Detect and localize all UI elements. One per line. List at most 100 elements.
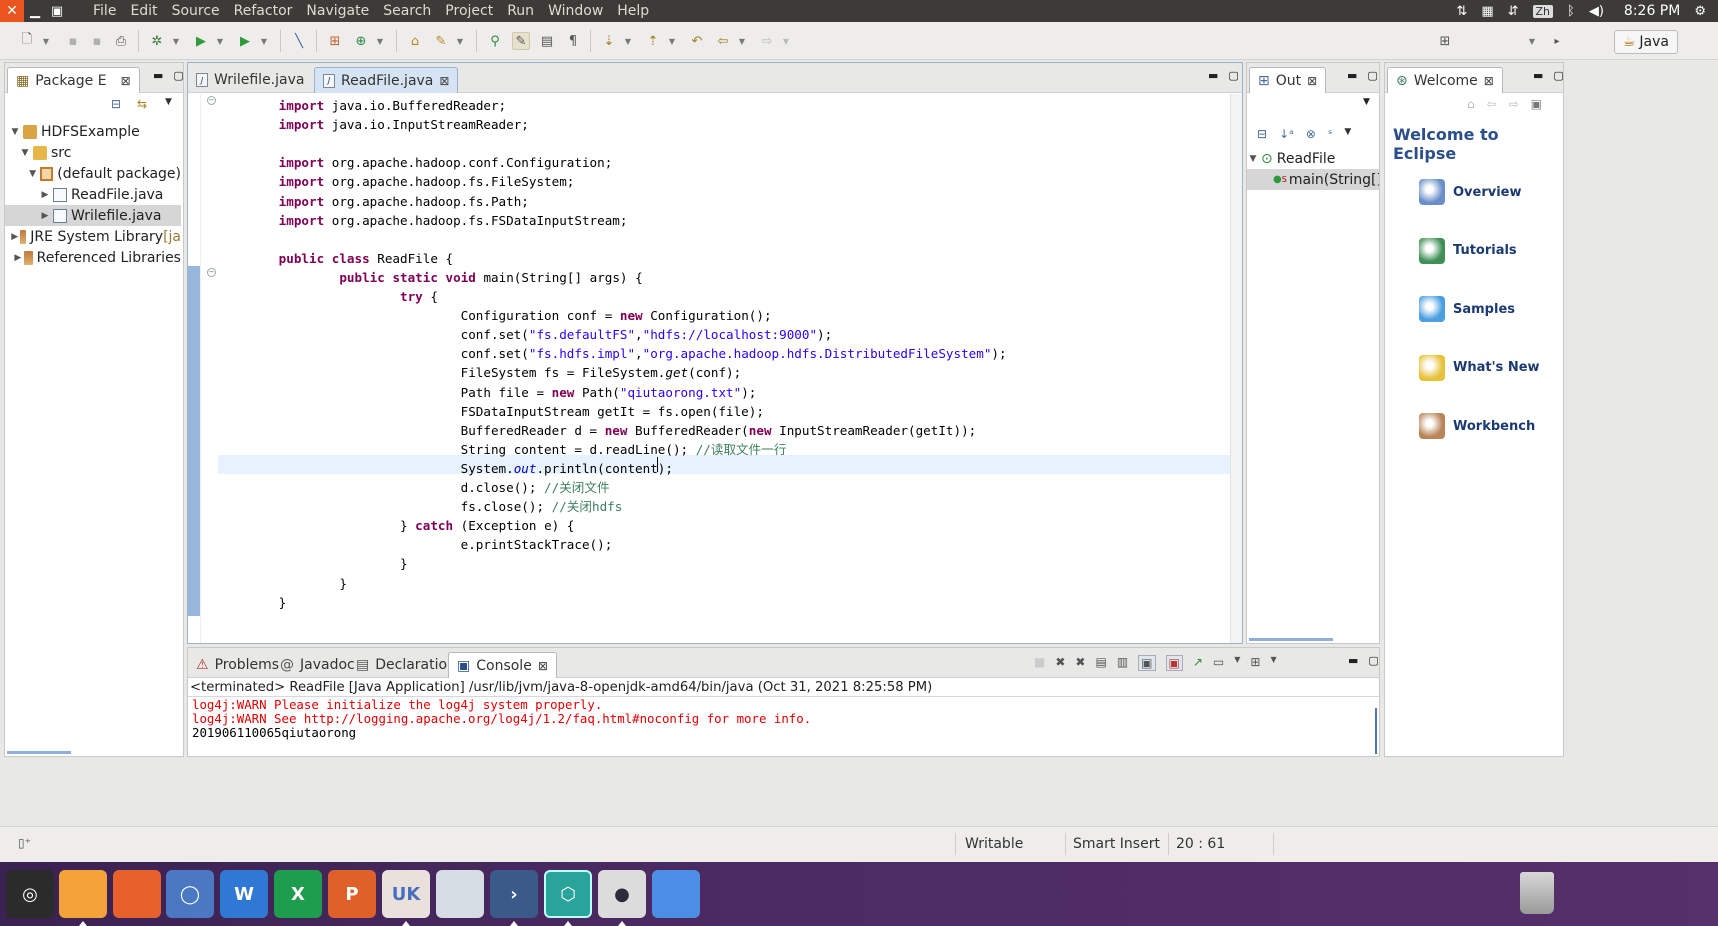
new-icon[interactable]: 🗋 (18, 32, 36, 50)
collapse-all-icon[interactable]: ⊟ (1257, 127, 1267, 141)
scroll-lock-icon[interactable]: ▥ (1117, 655, 1128, 671)
tree-item[interactable]: ▼ HDFSExample (5, 121, 181, 142)
calc-icon[interactable]: X (274, 870, 322, 918)
forward-icon[interactable]: ⇨ (758, 32, 776, 50)
collapse-all-icon[interactable]: ⊟ (111, 97, 121, 111)
new-dropdown-icon[interactable]: ▼ (42, 32, 50, 50)
code-line[interactable]: import org.apache.hadoop.fs.Path; (218, 192, 529, 211)
mark-occurrences-icon[interactable]: ✎ (512, 32, 530, 50)
menu-navigate[interactable]: Navigate (299, 3, 376, 19)
code-line[interactable]: import java.io.BufferedReader; (218, 96, 506, 115)
search-icon[interactable]: ✎ (432, 32, 450, 50)
tree-item[interactable]: ▼ src (5, 142, 181, 163)
code-line[interactable]: } (218, 574, 347, 593)
clock[interactable]: 8:26 PM (1618, 3, 1680, 19)
console-scrollbar[interactable] (1375, 708, 1377, 754)
code-line[interactable]: fs.close(); //关闭hdfs (218, 497, 623, 516)
code-line[interactable]: System.out.println(content); (218, 459, 673, 478)
window-minimize-button[interactable]: ▁ (24, 4, 46, 19)
clear-console-icon[interactable]: ▤ (1095, 655, 1106, 671)
close-tab-icon[interactable]: ⊠ (1484, 74, 1494, 88)
restore-icon[interactable]: ▣ (1531, 97, 1542, 111)
next-annotation-icon[interactable]: ⚲ (486, 32, 504, 50)
block-selection-icon[interactable]: ¶ (564, 32, 582, 50)
new-class-dropdown-icon[interactable]: ▼ (376, 32, 384, 50)
expand-toggle-icon[interactable]: ▶ (11, 232, 18, 242)
code-line[interactable]: String content = d.readLine(); //读取文件一行 (218, 440, 787, 459)
print-icon[interactable]: ⎙ (112, 32, 130, 50)
maximize-icon[interactable]: ▢ (173, 69, 183, 82)
firefox-icon[interactable] (113, 870, 161, 918)
code-line[interactable]: Configuration conf = new Configuration()… (218, 306, 772, 325)
minimize-icon[interactable]: ▬ (1348, 654, 1358, 667)
remove-launch-icon[interactable]: ✖ (1055, 655, 1065, 671)
code-line[interactable]: import org.apache.hadoop.fs.FileSystem; (218, 172, 575, 191)
last-edit-location-icon[interactable]: ↶ (688, 32, 706, 50)
toggle-breakpoint-icon[interactable]: ╲ (290, 32, 308, 50)
hide-fields-icon[interactable]: ⊗ (1306, 127, 1316, 141)
settings-gear-icon[interactable]: ⚙ (1694, 4, 1706, 19)
show-on-stdout-icon[interactable]: ▣ (1138, 655, 1156, 671)
expand-toggle-icon[interactable]: ▼ (27, 169, 38, 179)
view-menu-icon[interactable]: ▼ (1344, 127, 1351, 141)
toolbar-overflow-icon[interactable]: ▸ (1548, 32, 1566, 50)
welcome-link-samples[interactable]: Samples (1419, 296, 1515, 322)
code-line[interactable]: } (218, 554, 408, 573)
code-line[interactable]: Path file = new Path("qiutaorong.txt"); (218, 383, 757, 402)
tab-welcome[interactable]: ⊛ Welcome ⊠ (1387, 67, 1503, 93)
maximize-icon[interactable]: ▢ (1553, 69, 1563, 82)
eclipse-icon[interactable]: ● (598, 870, 646, 918)
show-on-stderr-icon[interactable]: ▣ (1165, 655, 1183, 671)
tree-item[interactable]: ▶ ReadFile.java (5, 184, 181, 205)
open-console-dropdown-icon[interactable]: ▼ (1270, 655, 1276, 671)
tab-declaration[interactable]: ▤ Declaration (348, 652, 464, 678)
pin-console-icon[interactable]: ↗ (1193, 655, 1203, 671)
code-line[interactable]: } catch (Exception e) { (218, 516, 574, 535)
maximize-icon[interactable]: ▢ (1367, 69, 1377, 82)
fold-imports-icon[interactable]: − (207, 96, 216, 105)
code-line[interactable]: FSDataInputStream getIt = fs.open(file); (218, 402, 764, 421)
back-icon[interactable]: ⇦ (714, 32, 732, 50)
previous-edit-dropdown-icon[interactable]: ▼ (668, 32, 676, 50)
save-icon[interactable]: ▪ (64, 32, 82, 50)
window-maximize-button[interactable]: ▣ (46, 4, 68, 19)
home-icon[interactable]: ⌂ (1467, 97, 1475, 111)
menu-help[interactable]: Help (610, 3, 656, 19)
save-all-icon[interactable]: ▪ (88, 32, 106, 50)
menu-edit[interactable]: Edit (123, 3, 164, 19)
tab-console[interactable]: ▣ Console ⊠ (448, 652, 557, 678)
show-whitespace-icon[interactable]: ▤ (538, 32, 556, 50)
code-editor[interactable]: − − import java.io.BufferedReader; impor… (188, 94, 1242, 643)
input-method-indicator[interactable]: Zh (1532, 4, 1554, 18)
code-line[interactable]: FileSystem fs = FileSystem.get(conf); (218, 363, 742, 382)
close-tab-icon[interactable]: ⊠ (439, 74, 449, 88)
view-menu-icon[interactable]: ▼ (165, 97, 172, 107)
tree-item[interactable]: ▶ JRE System Library [ja (5, 226, 181, 247)
menu-run[interactable]: Run (500, 3, 541, 19)
forward-icon[interactable]: ⇨ (1509, 97, 1519, 111)
minimize-icon[interactable]: ▬ (1533, 69, 1543, 82)
new-java-package-icon[interactable]: ⊞ (326, 32, 344, 50)
open-type-icon[interactable]: ⌂ (406, 32, 424, 50)
expand-toggle-icon[interactable]: ▶ (39, 190, 51, 200)
minimize-icon[interactable]: ▬ (153, 69, 163, 82)
welcome-link-workbench[interactable]: Workbench (1419, 413, 1535, 439)
minimize-icon[interactable]: ▬ (1347, 69, 1357, 82)
code-line[interactable]: BufferedReader d = new BufferedReader(ne… (218, 421, 977, 440)
run-icon[interactable]: ▶ (192, 32, 210, 50)
code-line[interactable]: import org.apache.hadoop.conf.Configurat… (218, 153, 613, 172)
view-menu-icon[interactable]: ▼ (1363, 97, 1370, 107)
welcome-link-what-s-new[interactable]: What's New (1419, 354, 1540, 381)
installer-icon[interactable] (436, 870, 484, 918)
tab-wrilefile-java[interactable]: J Wrilefile.java (188, 67, 312, 93)
next-edit-icon[interactable]: ⇣ (600, 32, 618, 50)
link-with-editor-icon[interactable]: ⇆ (137, 97, 147, 111)
previous-edit-icon[interactable]: ⇡ (644, 32, 662, 50)
fast-view-icon[interactable]: ▯⁺ (18, 836, 31, 850)
menu-refactor[interactable]: Refactor (227, 3, 300, 19)
welcome-link-overview[interactable]: Overview (1419, 179, 1522, 205)
external-tools-dropdown-icon[interactable]: ▼ (260, 32, 268, 50)
code-line[interactable]: conf.set("fs.hdfs.impl","org.apache.hado… (218, 344, 1007, 363)
tab-readfile-java[interactable]: J ReadFile.java ⊠ (314, 67, 459, 93)
new-java-class-icon[interactable]: ⊕ (352, 32, 370, 50)
